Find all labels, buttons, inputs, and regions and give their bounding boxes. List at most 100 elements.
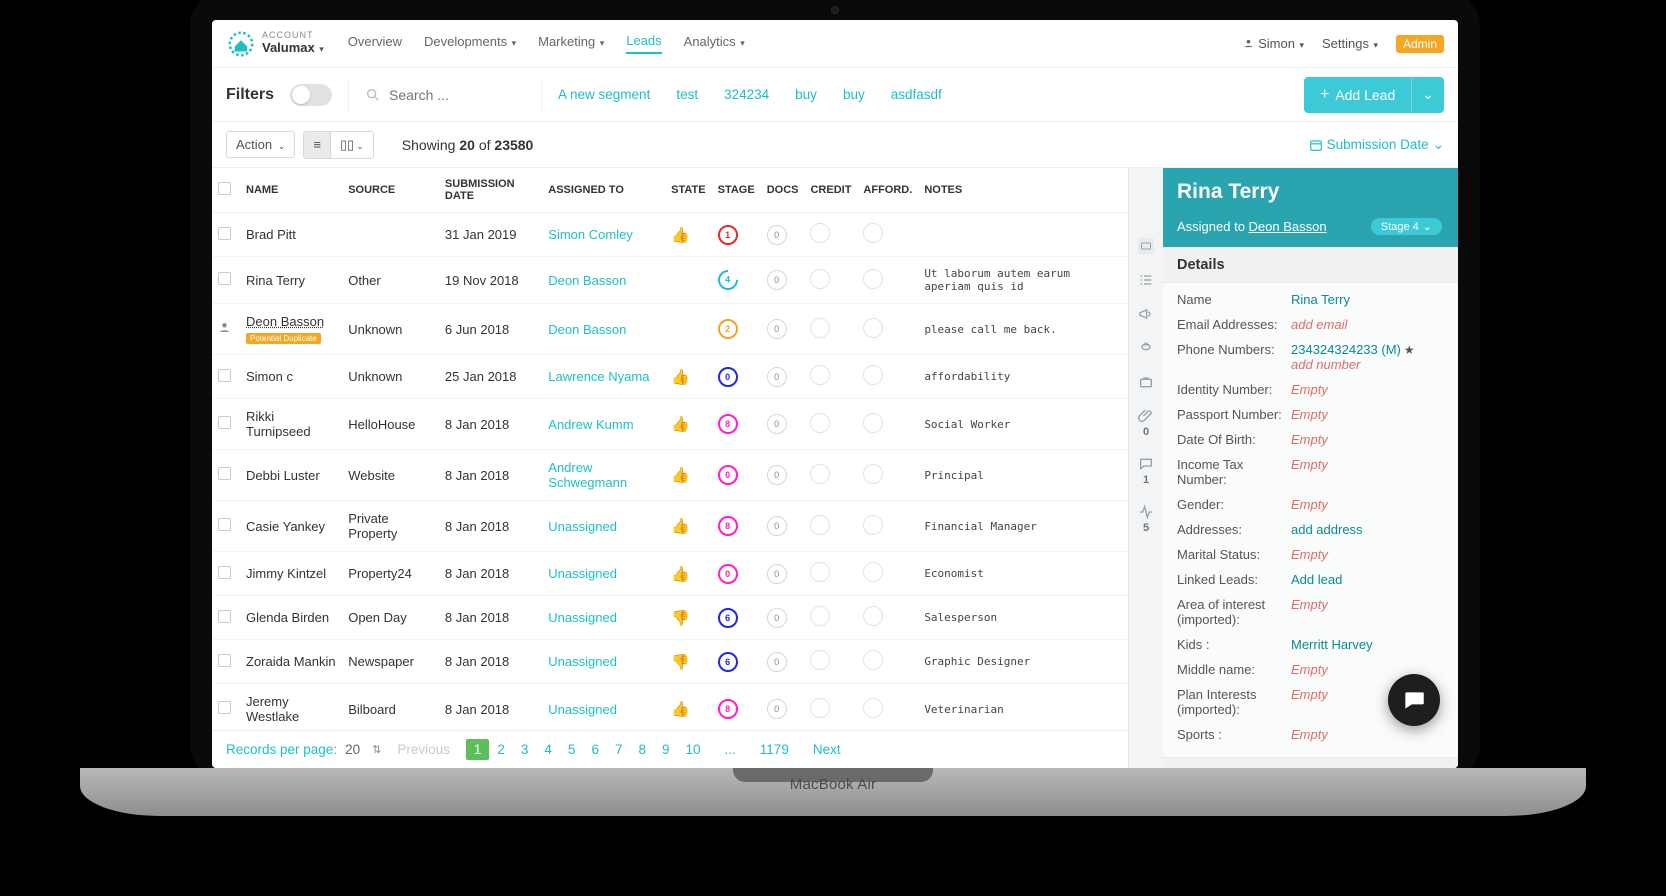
- afford-indicator[interactable]: [863, 223, 883, 243]
- search-input[interactable]: [389, 87, 509, 103]
- col-header[interactable]: NAME: [240, 168, 342, 213]
- row-checkbox[interactable]: [218, 610, 231, 623]
- segment-link[interactable]: buy: [795, 87, 817, 102]
- megaphone-icon[interactable]: [1138, 306, 1154, 322]
- detail-value[interactable]: Empty: [1291, 407, 1444, 422]
- credit-indicator[interactable]: [810, 464, 830, 484]
- col-header[interactable]: SOURCE: [342, 168, 439, 213]
- table-row[interactable]: Rina TerryOther19 Nov 2018Deon Basson40U…: [212, 257, 1128, 304]
- rail-attach[interactable]: 0: [1138, 408, 1154, 438]
- table-row[interactable]: Deon BassonPotential DuplicateUnknown6 J…: [212, 304, 1128, 355]
- card-icon[interactable]: [1138, 238, 1154, 254]
- col-header[interactable]: SUBMISSION DATE: [439, 168, 542, 213]
- table-row[interactable]: Simon cUnknown25 Jan 2018Lawrence Nyama👍…: [212, 355, 1128, 399]
- row-checkbox[interactable]: [218, 701, 231, 714]
- docs-indicator[interactable]: 0: [767, 225, 787, 245]
- admin-badge[interactable]: Admin: [1396, 35, 1444, 53]
- table-row[interactable]: Glenda BirdenOpen Day8 Jan 2018Unassigne…: [212, 596, 1128, 640]
- pager-page[interactable]: 8: [630, 739, 654, 760]
- docs-indicator[interactable]: 0: [767, 564, 787, 584]
- col-header[interactable]: DOCS: [761, 168, 805, 213]
- stage-indicator[interactable]: 4: [713, 266, 741, 294]
- nav-item-leads[interactable]: Leads: [626, 33, 661, 54]
- detail-value[interactable]: Empty: [1291, 547, 1444, 562]
- stage-indicator[interactable]: 0: [718, 564, 738, 584]
- pager-prev[interactable]: Previous: [389, 739, 458, 760]
- afford-indicator[interactable]: [863, 650, 883, 670]
- credit-indicator[interactable]: [810, 318, 830, 338]
- detail-value[interactable]: Empty: [1291, 727, 1444, 742]
- afford-indicator[interactable]: [863, 318, 883, 338]
- detail-value[interactable]: Empty: [1291, 432, 1444, 447]
- docs-indicator[interactable]: 0: [767, 414, 787, 434]
- row-checkbox[interactable]: [218, 272, 231, 285]
- sort-by-dropdown[interactable]: Submission Date ⌄: [1309, 137, 1444, 153]
- afford-indicator[interactable]: [863, 365, 883, 385]
- afford-indicator[interactable]: [863, 269, 883, 289]
- assigned-link[interactable]: Andrew Schwegmann: [548, 460, 627, 490]
- pager-page[interactable]: 1: [466, 739, 490, 760]
- credit-indicator[interactable]: [810, 515, 830, 535]
- assigned-link[interactable]: Unassigned: [548, 519, 617, 534]
- pager-page[interactable]: 10: [678, 739, 709, 760]
- action-dropdown[interactable]: Action ⌄: [226, 131, 295, 158]
- assigned-link[interactable]: Andrew Kumm: [548, 417, 633, 432]
- pager-page[interactable]: 3: [513, 739, 537, 760]
- row-checkbox[interactable]: [218, 566, 231, 579]
- col-header[interactable]: NOTES: [918, 168, 1128, 213]
- docs-indicator[interactable]: 0: [767, 270, 787, 290]
- assigned-link[interactable]: Unassigned: [548, 654, 617, 669]
- table-row[interactable]: Brad Pitt31 Jan 2019Simon Comley👍10: [212, 213, 1128, 257]
- select-all-checkbox[interactable]: [218, 182, 231, 195]
- pager-page[interactable]: 9: [654, 739, 678, 760]
- pager-page[interactable]: 2: [489, 739, 513, 760]
- table-scroll[interactable]: NAMESOURCESUBMISSION DATEASSIGNED TOSTAT…: [212, 168, 1128, 730]
- add-lead-button[interactable]: +Add Lead: [1304, 77, 1411, 113]
- add-number-link[interactable]: add number: [1291, 357, 1360, 372]
- table-row[interactable]: Zoraida MankinNewspaper8 Jan 2018Unassig…: [212, 640, 1128, 684]
- table-row[interactable]: Jeremy WestlakeBilboard8 Jan 2018Unassig…: [212, 684, 1128, 731]
- add-lead-dropdown[interactable]: ⌄: [1411, 77, 1444, 113]
- segment-link[interactable]: A new segment: [558, 87, 650, 102]
- assigned-link[interactable]: Unassigned: [548, 610, 617, 625]
- assigned-link[interactable]: Lawrence Nyama: [548, 369, 649, 384]
- table-row[interactable]: Casie YankeyPrivate Property8 Jan 2018Un…: [212, 501, 1128, 552]
- docs-indicator[interactable]: 0: [767, 319, 787, 339]
- credit-indicator[interactable]: [810, 650, 830, 670]
- col-header[interactable]: STATE: [665, 168, 711, 213]
- pager-page[interactable]: 5: [560, 739, 584, 760]
- detail-value[interactable]: 234324324233 (M)★add number: [1291, 342, 1444, 372]
- detail-value[interactable]: Empty: [1291, 597, 1444, 612]
- stage-indicator[interactable]: 0: [718, 367, 738, 387]
- afford-indicator[interactable]: [863, 698, 883, 718]
- stage-indicator[interactable]: 6: [718, 652, 738, 672]
- detail-value[interactable]: Rina Terry: [1291, 292, 1444, 307]
- segment-link[interactable]: 324234: [724, 87, 769, 102]
- afford-indicator[interactable]: [863, 413, 883, 433]
- credit-indicator[interactable]: [810, 365, 830, 385]
- filters-toggle[interactable]: [290, 84, 332, 106]
- pager-page[interactable]: 7: [607, 739, 631, 760]
- stage-indicator[interactable]: 0: [718, 465, 738, 485]
- segment-link[interactable]: test: [676, 87, 698, 102]
- nav-item-developments[interactable]: Developments ▾: [424, 34, 516, 53]
- detail-value[interactable]: Empty: [1291, 457, 1444, 472]
- rail-activity[interactable]: 5: [1138, 504, 1154, 534]
- assigned-name-link[interactable]: Deon Basson: [1249, 219, 1327, 234]
- assigned-link[interactable]: Deon Basson: [548, 273, 626, 288]
- row-checkbox[interactable]: [218, 369, 231, 382]
- credit-indicator[interactable]: [810, 269, 830, 289]
- stage-indicator[interactable]: 8: [718, 516, 738, 536]
- stage-indicator[interactable]: 1: [718, 225, 738, 245]
- assigned-link[interactable]: Unassigned: [548, 566, 617, 581]
- col-header[interactable]: STAGE: [712, 168, 761, 213]
- row-checkbox[interactable]: [218, 654, 231, 667]
- nav-item-analytics[interactable]: Analytics ▾: [684, 34, 745, 53]
- detail-value[interactable]: Empty: [1291, 382, 1444, 397]
- chat-fab[interactable]: [1388, 674, 1440, 726]
- user-menu[interactable]: Simon ▾: [1243, 36, 1304, 51]
- docs-indicator[interactable]: 0: [767, 699, 787, 719]
- settings-menu[interactable]: Settings ▾: [1322, 36, 1378, 51]
- row-checkbox[interactable]: [218, 467, 231, 480]
- detail-value[interactable]: add address: [1291, 522, 1444, 537]
